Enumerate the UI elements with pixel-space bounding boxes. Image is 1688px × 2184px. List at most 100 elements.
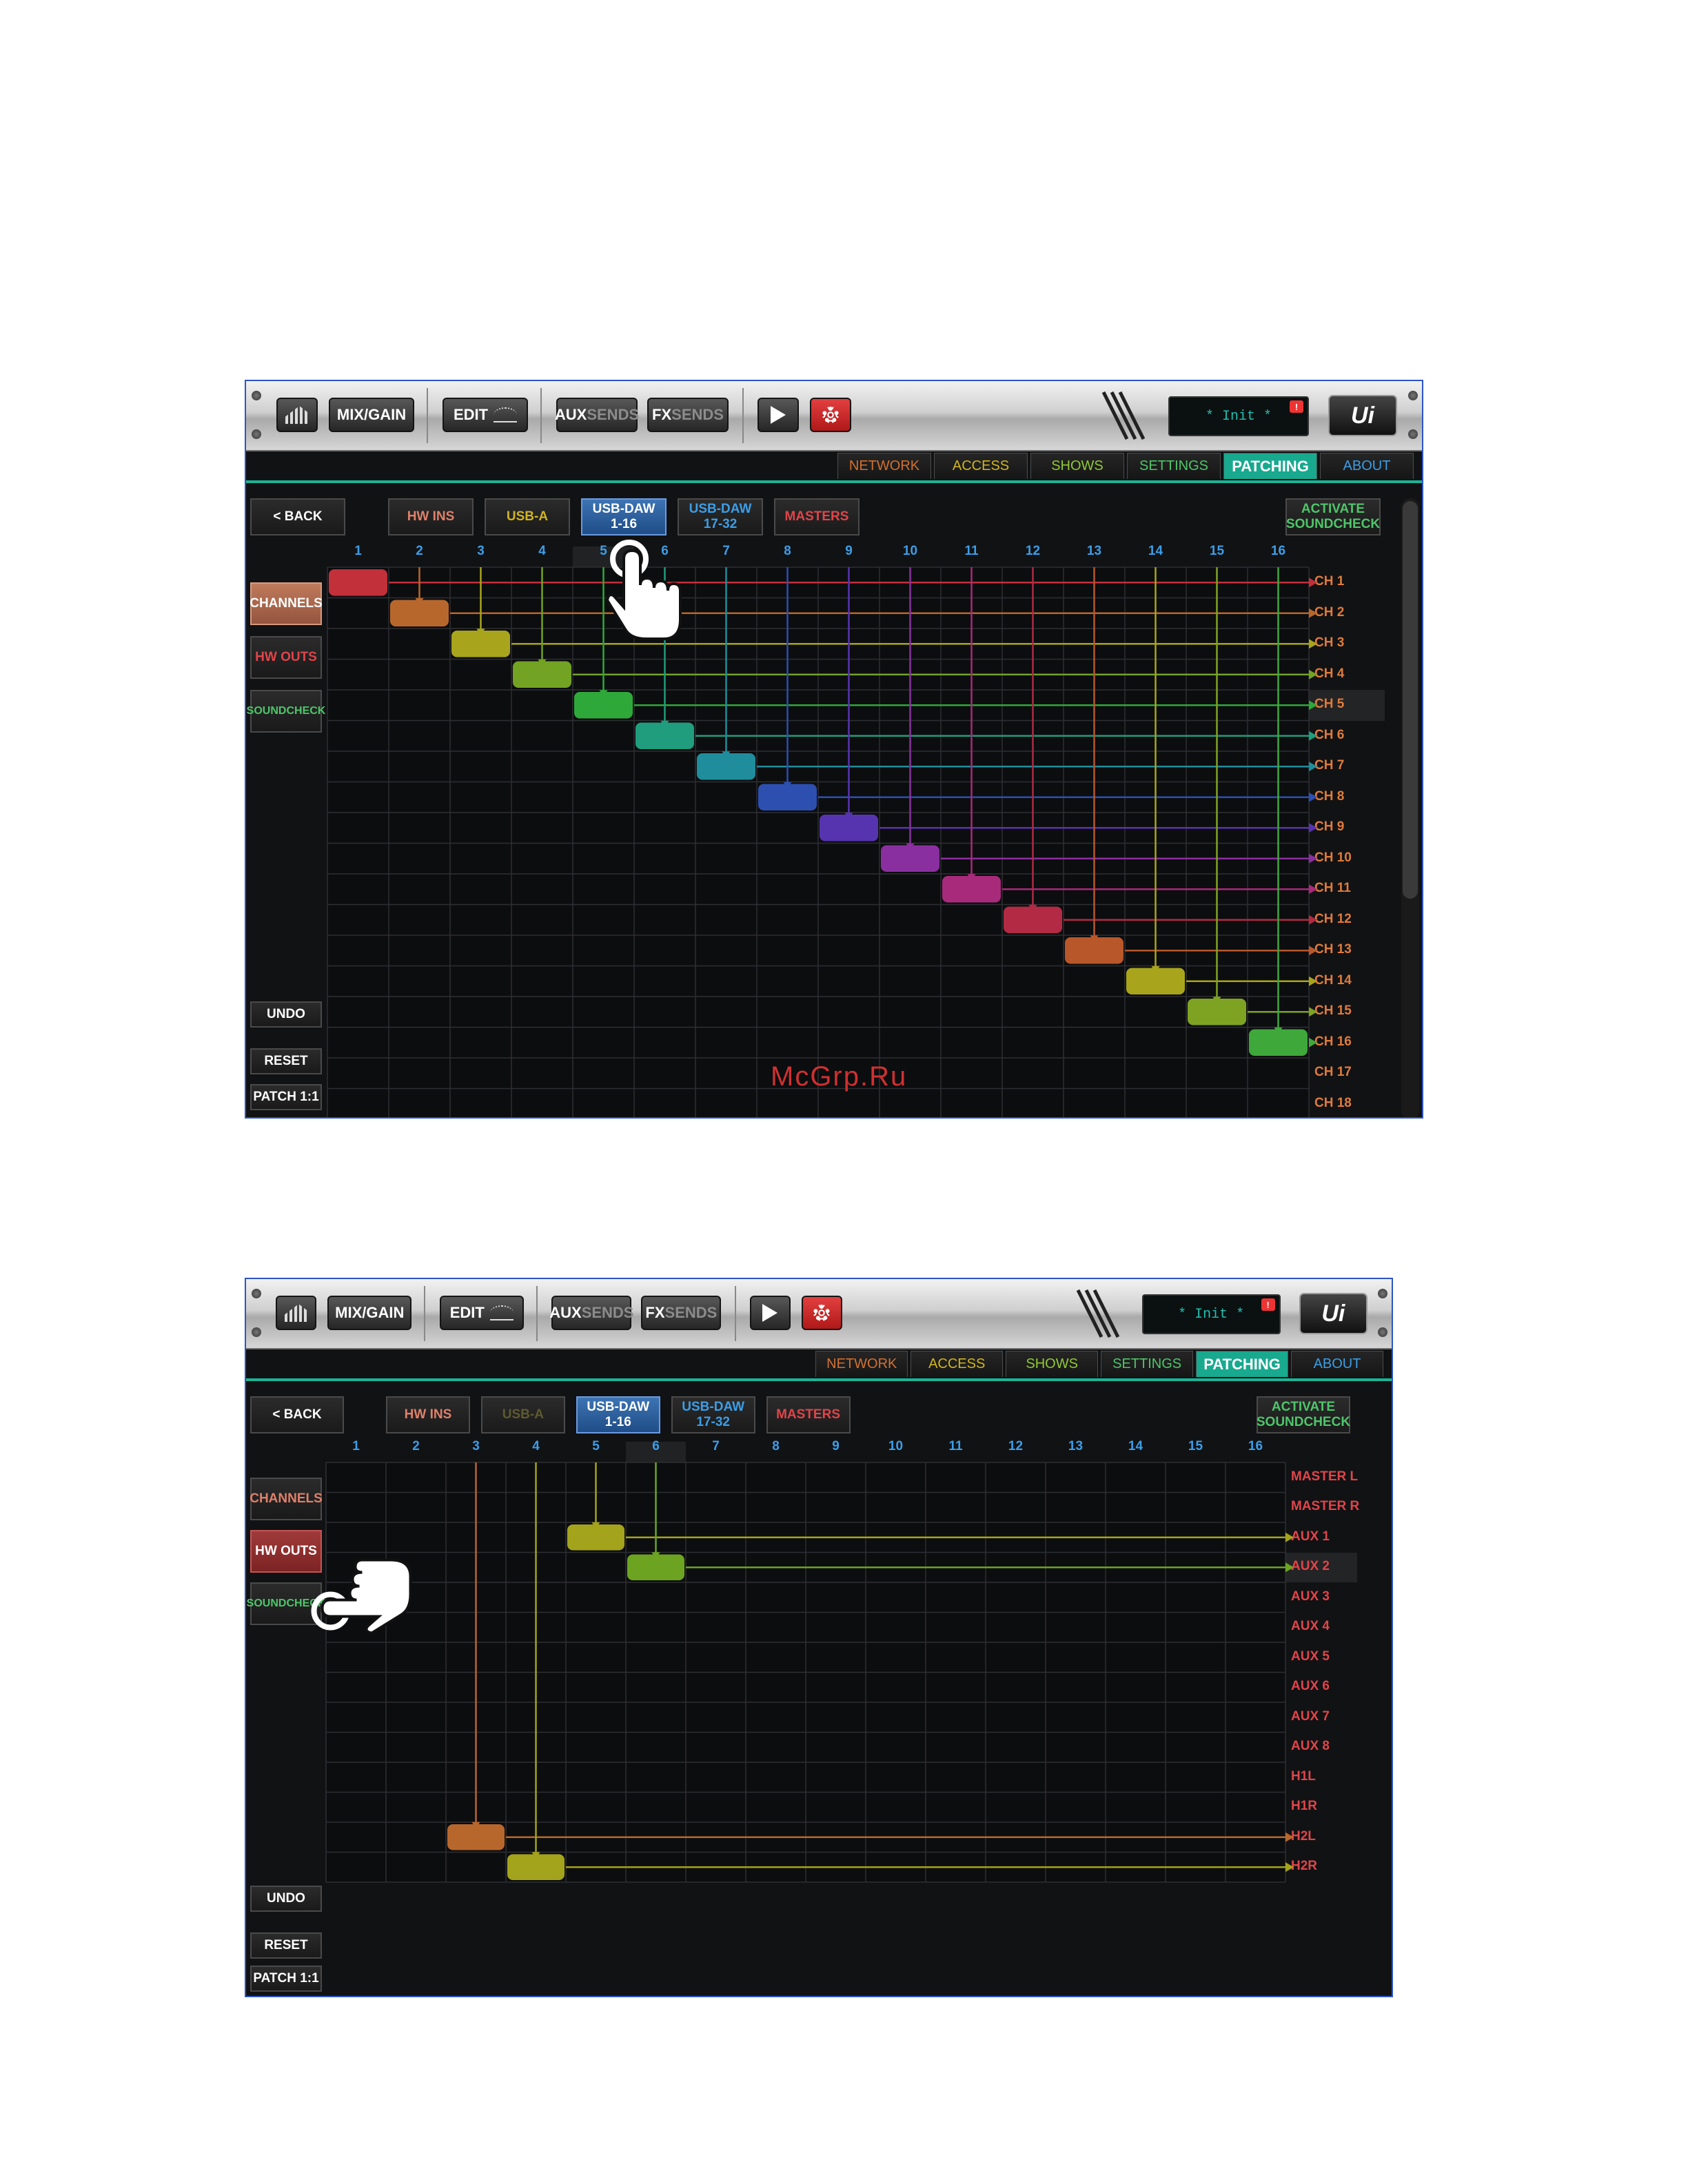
patch-point[interactable] [1126, 968, 1185, 995]
dest-channels[interactable]: CHANNELS [250, 1478, 323, 1520]
patch-point[interactable] [1065, 937, 1123, 964]
tab-settings[interactable]: SETTINGS [1101, 1351, 1194, 1377]
undo-button[interactable]: UNDO [250, 1886, 322, 1912]
usb-daw-range: 1-16 [610, 517, 638, 531]
mix-gain-button[interactable]: MIX/GAIN [327, 1296, 412, 1330]
patch-point[interactable] [567, 1524, 624, 1551]
row-label: CH 1 [1314, 574, 1345, 589]
ui-logo-button[interactable]: Ui [1328, 395, 1397, 436]
source-usb-daw-17-32[interactable]: USB-DAW 17-32 [671, 1396, 755, 1433]
scrollbar-thumb[interactable] [1403, 501, 1418, 899]
undo-button[interactable]: UNDO [250, 1001, 322, 1028]
aux-sends-button[interactable]: AUX SENDS [555, 398, 639, 432]
patch-point[interactable] [507, 1854, 565, 1881]
patch-matrix-grid[interactable] [327, 567, 1317, 1119]
dest-channels[interactable]: CHANNELS [250, 582, 323, 625]
patch-point[interactable] [881, 845, 939, 872]
source-usb-daw-1-16[interactable]: USB-DAW 1-16 [576, 1396, 660, 1433]
patch-matrix-grid[interactable] [325, 1462, 1294, 1885]
toolbar-divider [427, 388, 428, 443]
back-button[interactable]: < BACK [250, 498, 345, 535]
column-number: 10 [888, 1439, 904, 1453]
patch-point[interactable] [1188, 999, 1246, 1025]
reset-button[interactable]: RESET [250, 1048, 322, 1074]
patch-point[interactable] [758, 784, 817, 811]
tab-network[interactable]: NETWORK [837, 453, 931, 479]
patch-point[interactable] [942, 876, 1001, 903]
play-button[interactable] [757, 398, 799, 432]
column-number: 5 [592, 1439, 600, 1453]
play-button[interactable] [749, 1296, 791, 1330]
row-label: MASTER L [1291, 1469, 1359, 1484]
screw-icon [1408, 391, 1418, 400]
fx-label: FX [645, 1304, 665, 1321]
tab-patching[interactable]: PATCHING [1223, 453, 1317, 479]
activate-label: ACTIVATE [1271, 1400, 1336, 1414]
fx-sends-button[interactable]: FX SENDS [641, 1296, 722, 1330]
source-hw-ins[interactable]: HW INS [388, 498, 474, 535]
source-masters[interactable]: MASTERS [766, 1396, 851, 1433]
tab-network[interactable]: NETWORK [815, 1351, 908, 1377]
column-number: 2 [416, 544, 423, 558]
source-hw-ins[interactable]: HW INS [385, 1396, 471, 1433]
column-number: 2 [412, 1439, 420, 1453]
patch-point[interactable] [390, 600, 449, 627]
column-number: 3 [472, 1439, 480, 1453]
mix-gain-button[interactable]: MIX/GAIN [329, 398, 414, 432]
patch-point[interactable] [635, 722, 694, 750]
source-usb-a[interactable]: USB-A [480, 1396, 565, 1433]
patch-point[interactable] [451, 631, 510, 657]
row-label: AUX 7 [1291, 1708, 1330, 1724]
reset-button[interactable]: RESET [250, 1932, 322, 1959]
alert-badge[interactable]: ! [1290, 400, 1303, 413]
patch-1-1-button[interactable]: PATCH 1:1 [250, 1084, 322, 1110]
patch-point[interactable] [329, 569, 387, 596]
usb-daw-range: 17-32 [703, 517, 738, 531]
edit-button[interactable]: EDIT [439, 1296, 524, 1330]
alert-badge[interactable]: ! [1261, 1298, 1275, 1311]
tab-about[interactable]: ABOUT [1291, 1351, 1383, 1377]
aux-sends-button[interactable]: AUX SENDS [549, 1296, 633, 1330]
activate-soundcheck-button[interactable]: ACTIVATE SOUNDCHECK [1257, 1396, 1350, 1433]
back-button[interactable]: < BACK [250, 1396, 344, 1433]
edit-button[interactable]: EDIT [443, 398, 528, 432]
patch-point[interactable] [1249, 1029, 1308, 1057]
settings-button[interactable] [801, 1296, 842, 1330]
settings-button[interactable] [810, 398, 851, 432]
patch-1-1-button[interactable]: PATCH 1:1 [250, 1966, 322, 1992]
patch-point[interactable] [574, 692, 633, 719]
patch-point[interactable] [627, 1554, 684, 1581]
tab-settings[interactable]: SETTINGS [1127, 453, 1221, 479]
source-usb-a[interactable]: USB-A [485, 498, 570, 535]
column-number: 10 [902, 544, 918, 558]
column-number: 15 [1188, 1439, 1203, 1453]
patch-point[interactable] [697, 753, 755, 780]
ui-logo-button[interactable]: Ui [1299, 1293, 1367, 1334]
tab-shows[interactable]: SHOWS [1030, 453, 1124, 479]
tab-shows[interactable]: SHOWS [1006, 1351, 1099, 1377]
row-label: CH 4 [1314, 666, 1345, 681]
screw-icon [252, 1289, 261, 1298]
tab-about[interactable]: ABOUT [1320, 453, 1414, 479]
dest-hw-outs[interactable]: HW OUTS [250, 636, 322, 679]
patch-point[interactable] [447, 1824, 505, 1850]
meters-button[interactable] [276, 398, 318, 432]
meters-button[interactable] [276, 1296, 317, 1330]
fx-sends-button[interactable]: FX SENDS [647, 398, 729, 432]
activate-soundcheck-button[interactable]: ACTIVATE SOUNDCHECK [1285, 498, 1381, 535]
source-usb-daw-1-16[interactable]: USB-DAW 1-16 [581, 498, 667, 535]
fx-label: FX [652, 406, 672, 423]
patch-point[interactable] [1004, 906, 1062, 934]
row-label: CH 10 [1314, 850, 1352, 865]
fx-sends-label: SENDS [664, 1304, 718, 1321]
aux-label: AUX [549, 1304, 582, 1321]
tab-access[interactable]: ACCESS [911, 1351, 1004, 1377]
patch-point[interactable] [513, 661, 571, 688]
tab-access[interactable]: ACCESS [934, 453, 1028, 479]
source-masters[interactable]: MASTERS [774, 498, 860, 535]
source-usb-daw-17-32[interactable]: USB-DAW 17-32 [678, 498, 763, 535]
tab-patching[interactable]: PATCHING [1196, 1351, 1289, 1377]
top-toolbar: MIX/GAIN EDIT AUX SENDS FX SENDS * Init *! Ui [246, 381, 1422, 451]
dest-soundcheck[interactable]: SOUNDCHECK [247, 690, 325, 733]
patch-point[interactable] [820, 815, 878, 841]
